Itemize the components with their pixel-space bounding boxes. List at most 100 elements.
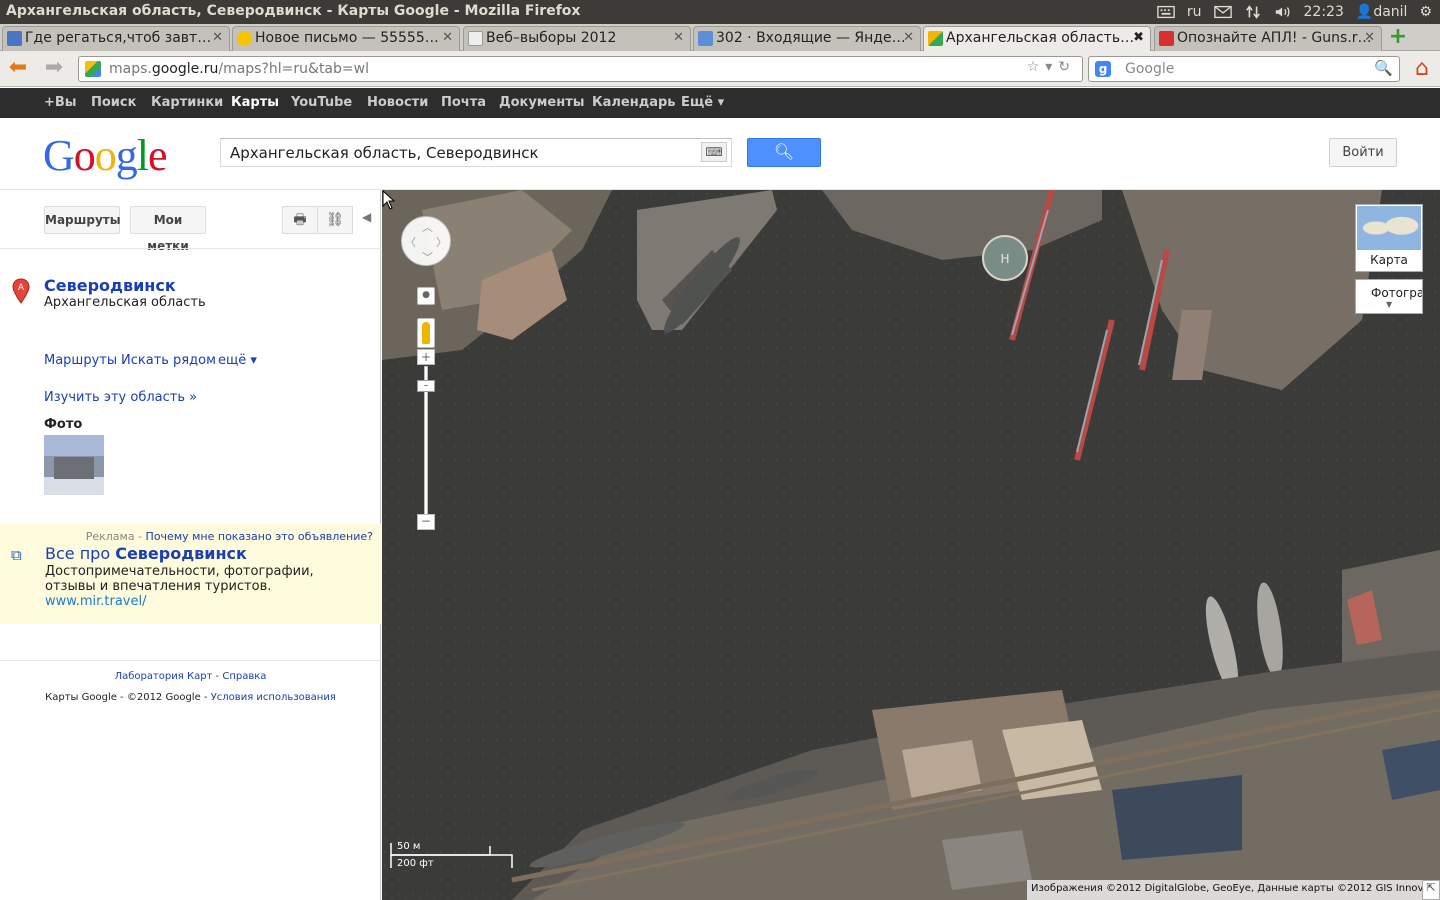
google-engine-icon[interactable]: g xyxy=(1095,61,1111,77)
mail-icon[interactable] xyxy=(1213,5,1232,19)
browser-tab[interactable]: Опознайте АПЛ! - Guns.r… ✕ xyxy=(1154,26,1382,51)
more-link[interactable]: ещё ▾ xyxy=(218,353,257,368)
browser-tab-active[interactable]: Архангельская область… ✖ xyxy=(923,26,1151,52)
satellite-map[interactable]: H ︿ 〈 〉 ﹀ ● + – − Карта Фотогр ▼ 50 м 20… xyxy=(382,190,1440,900)
new-tab-plus-icon[interactable]: + xyxy=(1386,26,1410,49)
zoom-slider-handle[interactable]: – xyxy=(417,380,435,392)
user-menu[interactable]: 👤danil xyxy=(1356,4,1408,20)
divider xyxy=(0,660,381,661)
gbar-item-images[interactable]: Картинки xyxy=(151,95,223,110)
svg-text:H: H xyxy=(1000,252,1009,266)
maps-labs-link[interactable]: Лаборатория Карт xyxy=(115,671,213,682)
explore-area-link[interactable]: Изучить эту область » xyxy=(44,390,197,405)
tab-close-icon[interactable]: ✕ xyxy=(442,30,453,45)
bookmark-star-icon[interactable]: ☆▾↻ xyxy=(1027,59,1076,75)
back-arrow-icon[interactable]: ⬅ xyxy=(5,56,31,82)
zoom-out-icon[interactable]: − xyxy=(417,514,435,530)
my-places-button[interactable]: Мои метки xyxy=(130,206,206,253)
footer-copyright: Карты Google - ©2012 Google - Условия ис… xyxy=(0,692,381,703)
footer-separator: - xyxy=(212,671,223,682)
pan-down-icon[interactable]: ﹀ xyxy=(422,249,433,265)
search-query: Архангельская область, Северодвинск xyxy=(230,144,539,162)
gbar-item-mail[interactable]: Почта xyxy=(441,95,486,110)
gbar-item-search[interactable]: Поиск xyxy=(91,95,136,110)
tab-close-icon[interactable]: ✕ xyxy=(903,30,914,45)
search-icon[interactable]: 🔍 xyxy=(1374,59,1393,77)
browser-tab[interactable]: Веб–выборы 2012 ✕ xyxy=(463,26,691,51)
pan-left-icon[interactable]: 〈 xyxy=(405,234,416,250)
tab-close-icon[interactable]: ✕ xyxy=(673,30,684,45)
result-subtitle: Архангельская область xyxy=(44,295,206,310)
user-icon: 👤 xyxy=(1355,4,1374,20)
tab-close-icon[interactable]: ✕ xyxy=(1364,30,1375,45)
directions-button[interactable]: Маршруты xyxy=(44,206,121,234)
browser-tab[interactable]: 302 · Входящие — Янде… ✕ xyxy=(693,26,921,51)
gbar-item-news[interactable]: Новости xyxy=(367,95,428,110)
center-map-icon[interactable]: ● xyxy=(417,287,435,305)
browser-tab-strip: Где регаться,чтоб завт… ✕ Новое письмо — … xyxy=(0,24,1440,52)
link-icon[interactable]: ⛓ xyxy=(317,206,353,234)
ad-title-bold: Северодвинск xyxy=(115,544,247,563)
clock[interactable]: 22:23 xyxy=(1304,4,1344,20)
ad-label: Реклама xyxy=(85,530,135,543)
sign-in-button[interactable]: Войти xyxy=(1329,138,1397,167)
keyboard-icon[interactable] xyxy=(1157,5,1175,19)
url-host: google.ru xyxy=(151,61,219,77)
gbar-item-youtube[interactable]: YouTube xyxy=(291,95,352,110)
photo-thumbnail[interactable] xyxy=(44,435,104,495)
result-title[interactable]: Северодвинск xyxy=(44,276,176,295)
browser-navigation-bar: ⬅ ➡ maps.google.ru/maps?hl=ru&tab=wl ☆▾↻… xyxy=(0,51,1440,87)
network-icon[interactable] xyxy=(1244,5,1262,19)
pegman-street-view-icon[interactable] xyxy=(417,318,435,348)
map-type-map-button[interactable]: Карта xyxy=(1355,204,1423,272)
maps-search-input[interactable]: Архангельская область, Северодвинск ⌨ xyxy=(220,138,732,167)
tab-favicon-icon xyxy=(7,31,22,46)
gbar-item-more[interactable]: Ещё ▾ xyxy=(681,95,724,110)
mouse-cursor-icon xyxy=(382,190,396,210)
virtual-keyboard-icon[interactable]: ⌨ xyxy=(701,142,727,162)
ad-title-link[interactable]: Все про Северодвинск xyxy=(45,544,247,563)
home-icon[interactable]: ⌂ xyxy=(1409,58,1435,82)
ad-text: Достопримечательности, фотографии, xyxy=(45,564,314,579)
tab-label: Опознайте АПЛ! - Guns.r… xyxy=(1177,30,1372,46)
keyboard-layout[interactable]: ru xyxy=(1187,4,1202,20)
zoom-in-icon[interactable]: + xyxy=(417,349,435,365)
url-bar[interactable]: maps.google.ru/maps?hl=ru&tab=wl ☆▾↻ xyxy=(78,56,1083,82)
map-type-label: Карта xyxy=(1370,253,1408,267)
pan-right-icon[interactable]: 〉 xyxy=(436,234,447,250)
browser-search-box[interactable]: g Google 🔍 xyxy=(1088,56,1400,82)
google-logo[interactable]: Google xyxy=(43,130,168,181)
gbar-item-maps[interactable]: Карты xyxy=(231,95,279,110)
gbar-item-plus-you[interactable]: +Вы xyxy=(44,95,77,110)
search-button[interactable]: 🔍︎ xyxy=(747,138,821,167)
browser-tab[interactable]: Где регаться,чтоб завт… ✕ xyxy=(2,26,230,51)
scale-imperial: 200 фт xyxy=(397,858,434,869)
pan-control[interactable]: ︿ 〈 〉 ﹀ xyxy=(401,216,451,266)
map-type-satellite-button[interactable]: Фотограф ▼ xyxy=(1355,279,1423,314)
collapse-panel-icon[interactable]: ◀ xyxy=(362,210,371,224)
terms-link[interactable]: Условия использования xyxy=(211,692,336,703)
tab-label: 302 · Входящие — Янде… xyxy=(716,30,906,46)
search-nearby-link[interactable]: Искать рядом xyxy=(121,353,216,368)
overview-map-toggle-icon[interactable]: ⇱ xyxy=(1422,880,1440,900)
ad-url-link[interactable]: www.mir.travel/ xyxy=(45,594,147,609)
browser-tab[interactable]: Новое письмо — 55555… ✕ xyxy=(232,26,460,51)
pan-up-icon[interactable]: ︿ xyxy=(422,219,433,235)
help-link[interactable]: Справка xyxy=(222,671,266,682)
power-gear-icon[interactable]: ⚙ xyxy=(1419,4,1432,20)
volume-icon[interactable] xyxy=(1274,5,1292,19)
gbar-item-docs[interactable]: Документы xyxy=(499,95,585,110)
tab-label: Веб–выборы 2012 xyxy=(486,30,617,46)
tab-close-icon[interactable]: ✖ xyxy=(1133,30,1144,45)
result-directions-link[interactable]: Маршруты xyxy=(44,353,117,368)
forward-arrow-icon[interactable]: ➡ xyxy=(41,56,67,82)
tab-close-icon[interactable]: ✕ xyxy=(212,30,223,45)
tab-favicon-icon xyxy=(1159,31,1174,46)
tab-favicon-icon xyxy=(698,31,713,46)
marker-a-icon[interactable]: A xyxy=(12,278,30,304)
print-icon[interactable]: 🖶 xyxy=(282,206,318,234)
google-bar: +Вы Поиск Картинки Карты YouTube Новости… xyxy=(0,88,1440,118)
ad-external-icon[interactable]: ⧉ xyxy=(11,546,27,564)
why-this-ad-link[interactable]: Почему мне показано это объявление? xyxy=(146,530,373,543)
gbar-item-calendar[interactable]: Календарь xyxy=(592,95,676,110)
